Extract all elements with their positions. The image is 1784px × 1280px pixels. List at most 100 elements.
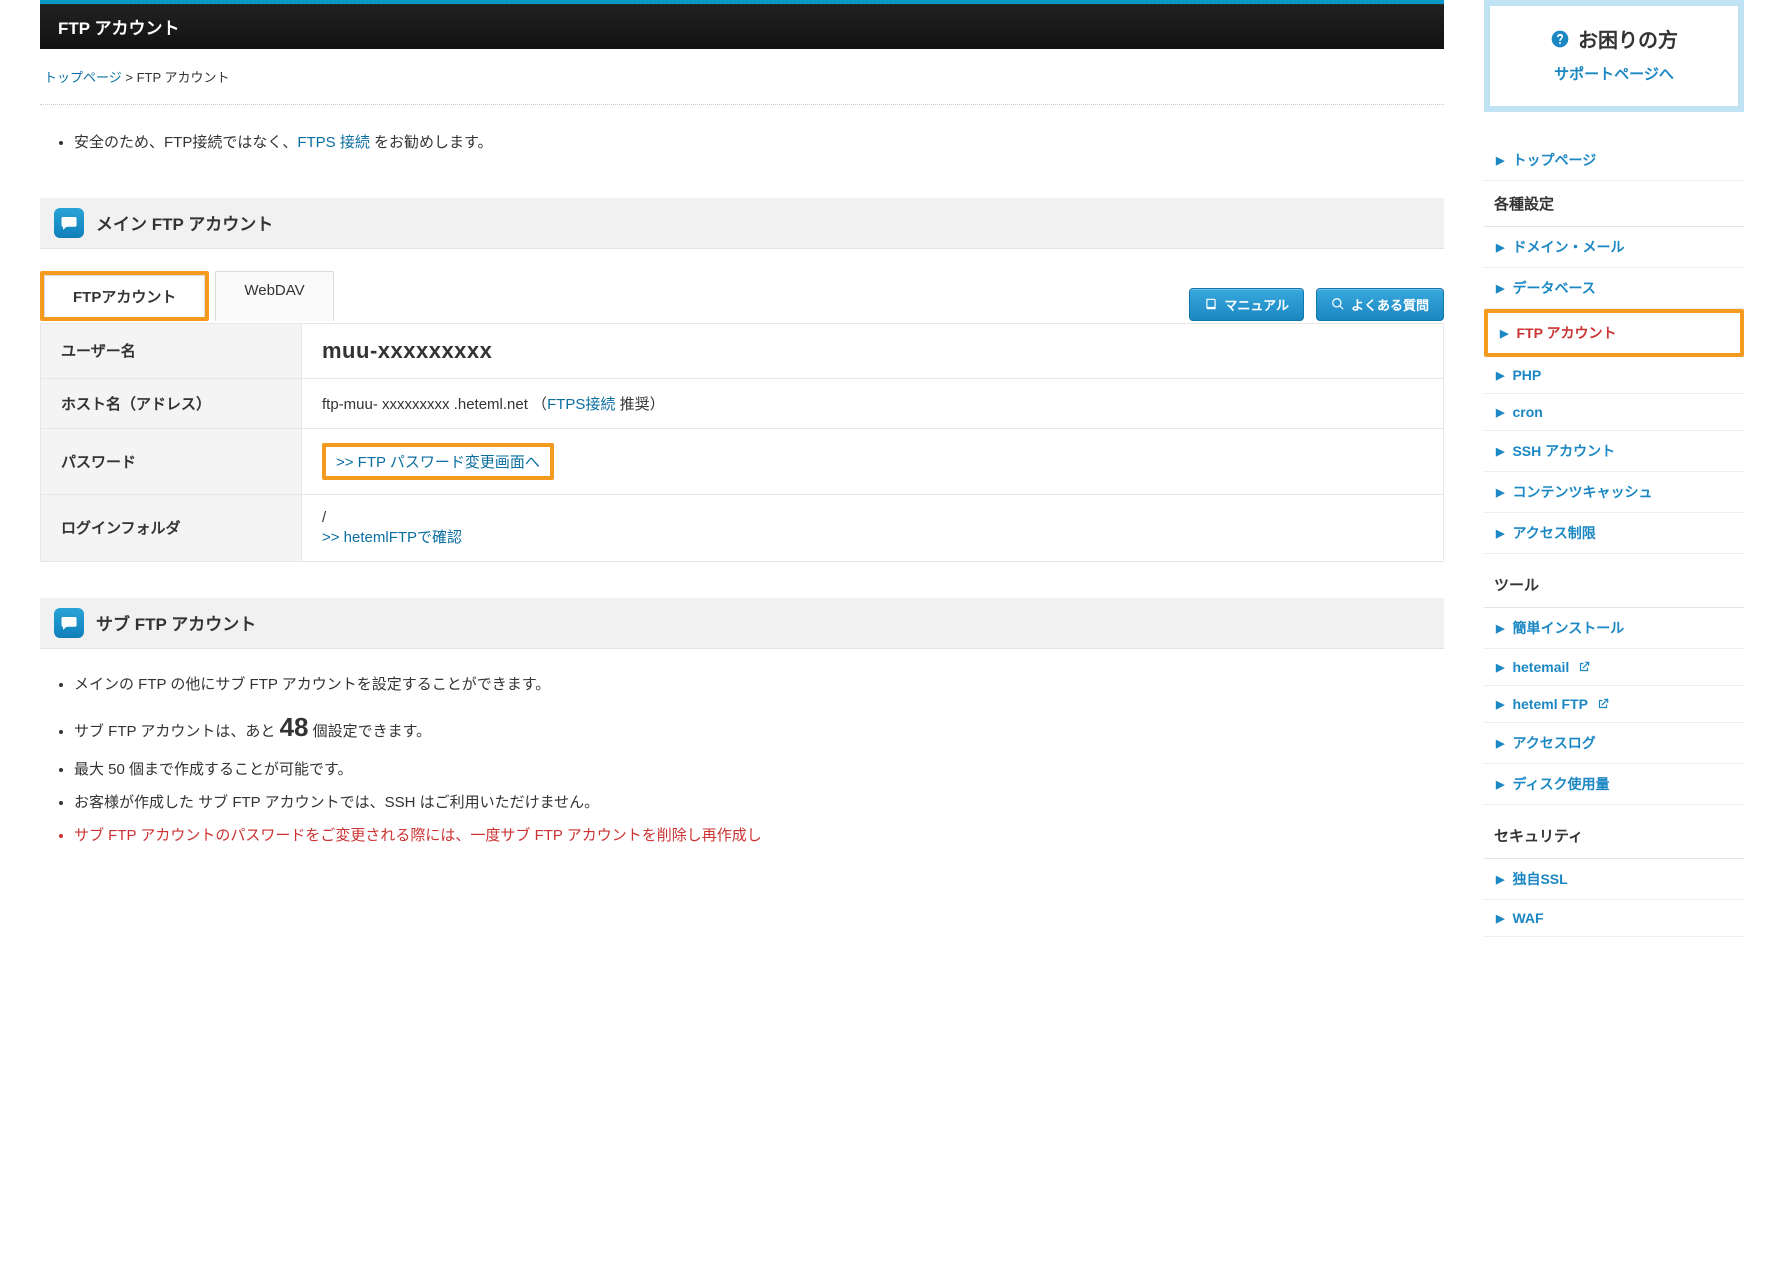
sidebar-item-PHP[interactable]: ▶PHP [1484,357,1744,393]
sidebar-tools-nav: ▶簡単インストール▶hetemail▶heteml FTP▶アクセスログ▶ディス… [1484,608,1744,805]
sidebar-item-label: cron [1512,404,1542,420]
sidebar-item-label: FTP アカウント [1516,323,1616,343]
caret-right-icon: ▶ [1496,778,1504,791]
row-folder-value: / [322,509,1423,526]
ftps-connection-link[interactable]: FTPS接続 [547,396,615,413]
sidebar-section-settings-title: 各種設定 [1484,181,1744,227]
row-host-value-cell: ftp-muu- xxxxxxxxx .heteml.net （FTPS接続 推… [302,378,1444,428]
sidebar-item-label: 独自SSL [1512,869,1567,889]
page-title-text: FTP アカウント [58,19,180,38]
caret-right-icon: ▶ [1496,873,1504,886]
top-notice-item: 安全のため、FTP接続ではなく、FTPS 接続 をお勧めします。 [74,129,1444,158]
sidebar-item-ディスク使用量[interactable]: ▶ディスク使用量 [1484,764,1744,804]
sidebar-item-cron[interactable]: ▶ cron [1484,394,1744,430]
chat-bubble-icon [54,208,84,238]
help-icon [1550,29,1570,49]
sidebar-item-label: データベース [1512,278,1595,298]
caret-right-icon: ▶ [1496,622,1504,635]
manual-button-label: マニュアル [1224,295,1289,314]
breadcrumb: トップページ > FTP アカウント [40,61,1444,105]
external-link-icon [1596,697,1610,711]
external-link-icon [1577,660,1591,674]
sidebar-item-アクセスログ[interactable]: ▶ アクセスログ [1484,723,1744,763]
sidebar-item-コンテンツキャッシュ[interactable]: ▶コンテンツキャッシュ [1484,472,1744,512]
main-ftp-section-head: メイン FTP アカウント [40,198,1444,249]
caret-right-icon: ▶ [1496,912,1504,925]
page-title: FTP アカウント [40,0,1444,49]
hetemlftp-confirm-link[interactable]: >> hetemlFTPで確認 [322,529,462,546]
tab-ftp-account[interactable]: FTPアカウント [44,275,205,317]
sidebar-security-nav: ▶ 独自SSL ▶ WAF [1484,859,1744,937]
row-host-value-prefix: ftp-muu- xxxxxxxxx .heteml.net （ [322,396,547,413]
sub-ftp-section-head: サブ FTP アカウント [40,598,1444,649]
ftp-account-table: ユーザー名 muu-xxxxxxxxx ホスト名（アドレス） ftp-muu- … [40,323,1444,562]
help-box-title-text: お困りの方 [1578,24,1678,53]
top-notice-list: 安全のため、FTP接続ではなく、FTPS 接続 をお勧めします。 [40,129,1444,158]
side-nav-top: ▶ トップページ [1484,140,1744,181]
caret-right-icon: ▶ [1496,527,1504,540]
caret-right-icon: ▶ [1496,445,1504,458]
tab-webdav[interactable]: WebDAV [215,271,333,321]
sub-ftp-section-title: サブ FTP アカウント [96,610,256,635]
breadcrumb-top-link[interactable]: トップページ [44,70,122,85]
notice-prefix: 安全のため、FTP接続ではなく、 [74,134,297,151]
caret-right-icon: ▶ [1496,698,1504,711]
sidebar-item-WAF[interactable]: ▶ WAF [1484,900,1744,936]
sidebar-section-tools-title: ツール [1484,562,1744,608]
tab-row: FTPアカウント WebDAV マニュアル よくある質問 [40,271,1444,321]
password-change-link[interactable]: >> FTP パスワード変更画面へ [336,454,540,471]
row-folder-label: ログインフォルダ [41,494,302,561]
main-ftp-section-title: メイン FTP アカウント [96,210,273,235]
sub-ftp-notes: メインの FTP の他にサブ FTP アカウントを設定することができます。 サブ… [40,671,1444,850]
sidebar-item-ドメイン・メール[interactable]: ▶ドメイン・メール [1484,227,1744,267]
caret-right-icon: ▶ [1496,154,1504,167]
sidebar-section-security-title: セキュリティ [1484,813,1744,859]
sidebar-item-データベース[interactable]: ▶データベース [1484,268,1744,308]
sidebar-item-アクセス制限[interactable]: ▶ アクセス制限 [1484,513,1744,553]
ftps-link[interactable]: FTPS 接続 [297,134,370,151]
sub-note-1: メインの FTP の他にサブ FTP アカウントを設定することができます。 [74,671,1444,698]
manual-button[interactable]: マニュアル [1189,288,1304,321]
sidebar-settings-nav: ▶ドメイン・メール▶データベース▶FTP アカウント▶PHP▶cron▶SSH … [1484,227,1744,554]
faq-button-label: よくある質問 [1351,295,1429,314]
sidebar-item-label: hetemail [1512,659,1569,675]
caret-right-icon: ▶ [1496,661,1504,674]
row-password-value-cell: >> FTP パスワード変更画面へ [302,428,1444,494]
caret-right-icon: ▶ [1500,327,1508,340]
sidebar-item-label: ドメイン・メール [1512,237,1624,257]
sub-note-2: サブ FTP アカウントは、あと 48 個設定できます。 [74,704,1444,751]
help-box: お困りの方 サポートページへ [1484,0,1744,112]
sub-note-3: 最大 50 個まで作成することが可能です。 [74,756,1444,783]
sidebar-item-heteml-FTP[interactable]: ▶heteml FTP [1484,686,1744,722]
sidebar-item-label: コンテンツキャッシュ [1512,482,1652,502]
sub-note-4: お客様が作成した サブ FTP アカウントでは、SSH はご利用いただけません。 [74,789,1444,816]
row-host-value-suffix: 推奨） [615,396,664,413]
sidebar-item-label: アクセス制限 [1512,523,1595,543]
faq-button[interactable]: よくある質問 [1316,288,1444,321]
sub-note-2-prefix: サブ FTP アカウントは、あと [74,723,280,740]
sidebar-item-hetemail[interactable]: ▶ hetemail [1484,649,1744,685]
password-change-highlight: >> FTP パスワード変更画面へ [322,443,554,480]
caret-right-icon: ▶ [1496,737,1504,750]
row-folder-value-cell: / >> hetemlFTPで確認 [302,494,1444,561]
sidebar-item-label: アクセスログ [1512,733,1595,753]
sub-note-5: サブ FTP アカウントのパスワードをご変更される際には、一度サブ FTP アカ… [74,822,1444,849]
sidebar-item-独自SSL[interactable]: ▶ 独自SSL [1484,859,1744,899]
caret-right-icon: ▶ [1496,369,1504,382]
row-user-value: muu-xxxxxxxxx [322,338,492,363]
book-icon [1204,297,1218,311]
sidebar-item-label: WAF [1512,910,1543,926]
row-password-label: パスワード [41,428,302,494]
sidebar-top-page[interactable]: ▶ トップページ [1484,140,1744,180]
help-box-title: お困りの方 [1498,24,1730,53]
sidebar-item-FTP-アカウント[interactable]: ▶ FTP アカウント [1488,313,1740,353]
support-page-link[interactable]: サポートページへ [1554,66,1674,83]
row-host-label: ホスト名（アドレス） [41,378,302,428]
sidebar-item-SSH-アカウント[interactable]: ▶SSH アカウント [1484,431,1744,471]
caret-right-icon: ▶ [1496,406,1504,419]
sidebar-item-簡単インストール[interactable]: ▶ 簡単インストール [1484,608,1744,648]
sub-note-2-suffix: 個設定できます。 [309,723,432,740]
sidebar-top-label: トップページ [1512,150,1596,170]
sidebar-item-label: 簡単インストール [1512,618,1624,638]
breadcrumb-current: FTP アカウント [137,70,230,85]
